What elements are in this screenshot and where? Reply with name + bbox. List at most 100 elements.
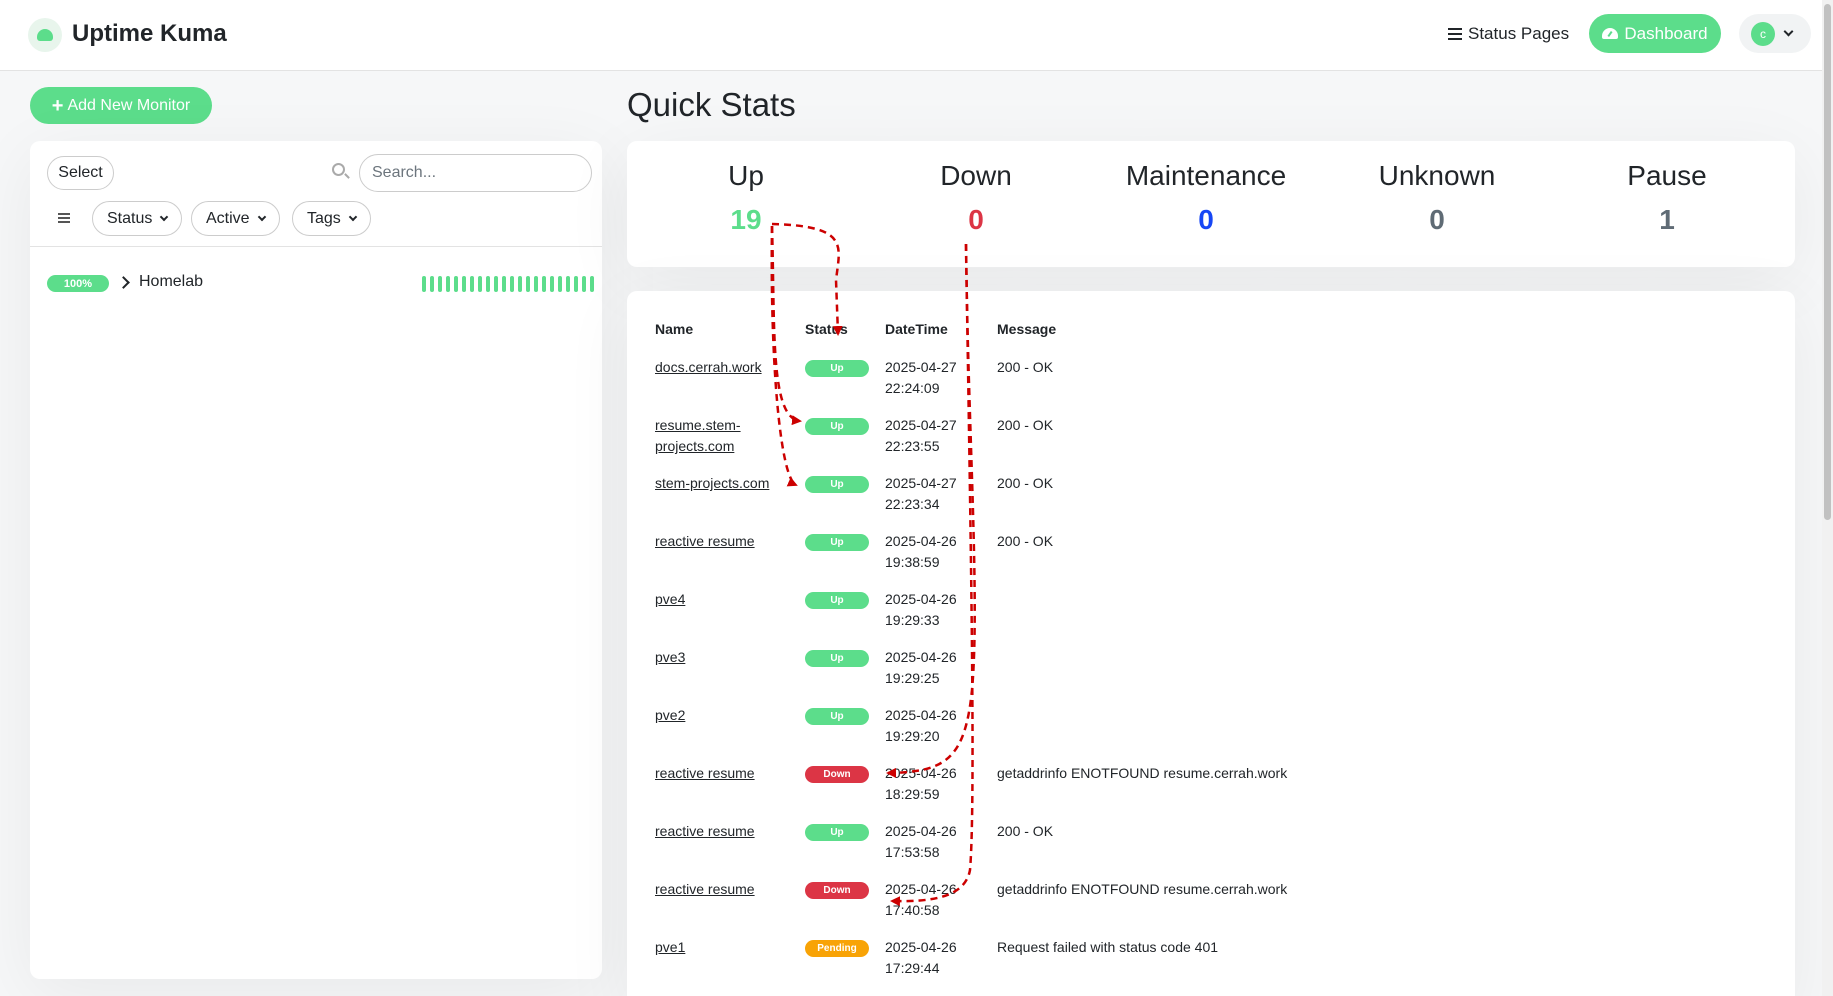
event-message: 200 - OK — [997, 475, 1054, 491]
monitor-name-link[interactable]: pve1 — [655, 937, 780, 958]
monitor-group-homelab[interactable]: 100% Homelab — [47, 272, 594, 296]
table-row: reactive resume Up 2025-04-26 17:53:58 200 -… — [627, 821, 1795, 879]
group-name: Homelab — [139, 273, 204, 290]
brand-title[interactable]: Uptime Kuma — [72, 20, 227, 48]
add-new-monitor-button[interactable]: + Add New Monitor — [30, 87, 212, 124]
column-header-status: Status — [805, 321, 848, 337]
event-time: 17:29:44 — [885, 960, 940, 976]
event-message: getaddrinfo ENOTFOUND resume.cerrah.work — [997, 881, 1288, 897]
uptime-kuma-logo-icon[interactable] — [28, 18, 62, 52]
table-row: pve2 Up 2025-04-26 19:29:20 — [627, 705, 1795, 763]
stat-value: 19 — [730, 204, 762, 235]
monitor-name-link[interactable]: reactive resume — [655, 821, 780, 842]
table-row: stem-projects.com Up 2025-04-27 22:23:34 200… — [627, 473, 1795, 531]
event-date: 2025-04-26 — [885, 533, 957, 549]
status-badge: Down — [805, 882, 869, 899]
event-time: 19:29:25 — [885, 670, 940, 686]
active-filter-label: Active — [206, 209, 250, 227]
select-button[interactable]: Select — [47, 156, 114, 190]
scrollbar-thumb[interactable] — [1824, 4, 1831, 520]
event-time: 17:53:58 — [885, 844, 940, 860]
monitor-name-link[interactable]: pve4 — [655, 589, 780, 610]
monitor-name-link[interactable]: reactive resume — [655, 879, 780, 900]
status-badge: Up — [805, 708, 869, 725]
event-time: 18:29:59 — [885, 786, 940, 802]
column-header-name: Name — [655, 321, 694, 337]
monitor-name-link[interactable]: resume.stem-projects.com — [655, 415, 780, 457]
top-navbar: Uptime Kuma Status Pages Dashboard c — [0, 0, 1833, 71]
heartbeat-tick — [566, 276, 570, 292]
plus-icon: + — [51, 94, 64, 117]
tags-filter-button[interactable]: Tags — [292, 201, 371, 236]
event-time: 19:29:33 — [885, 612, 940, 628]
monitor-name-link[interactable]: stem-projects.com — [655, 473, 780, 494]
heartbeat-tick — [582, 276, 586, 292]
heartbeat-tick — [518, 276, 522, 292]
event-date: 2025-04-26 — [885, 823, 957, 839]
monitor-name-link[interactable]: pve3 — [655, 647, 780, 668]
dashboard-button[interactable]: Dashboard — [1589, 14, 1721, 53]
event-date: 2025-04-26 — [885, 765, 957, 781]
event-datetime: 2025-04-26 18:29:59 — [885, 763, 975, 805]
status-badge: Up — [805, 418, 869, 435]
event-time: 22:23:34 — [885, 496, 940, 512]
page-scrollbar[interactable] — [1822, 0, 1833, 996]
event-message: getaddrinfo ENOTFOUND resume.cerrah.work — [997, 765, 1288, 781]
event-datetime: 2025-04-27 22:23:55 — [885, 415, 975, 457]
active-filter-button[interactable]: Active — [191, 201, 280, 236]
stat-label: Pause — [1627, 160, 1707, 191]
filter-menu-icon[interactable] — [58, 213, 70, 223]
table-row: docs.cerrah.work Up 2025-04-27 22:24:09 200 … — [627, 357, 1795, 415]
heartbeat-tick — [534, 276, 538, 292]
heartbeat-tick — [542, 276, 546, 292]
dashboard-label: Dashboard — [1624, 23, 1708, 43]
avatar: c — [1751, 21, 1775, 46]
tags-filter-label: Tags — [307, 209, 341, 227]
heartbeat-tick — [478, 276, 482, 292]
profile-dropdown[interactable]: c — [1739, 14, 1811, 53]
event-date: 2025-04-26 — [885, 881, 957, 897]
chevron-down-icon — [160, 212, 169, 221]
heartbeat-tick — [462, 276, 466, 292]
heartbeat-tick — [510, 276, 514, 292]
heartbeat-tick — [470, 276, 474, 292]
search-icon — [332, 163, 345, 176]
monitor-name-link[interactable]: docs.cerrah.work — [655, 357, 780, 378]
divider — [30, 246, 602, 247]
heartbeat-bar — [422, 276, 594, 292]
status-filter-button[interactable]: Status — [92, 201, 183, 236]
table-row: pve3 Up 2025-04-26 19:29:25 — [627, 647, 1795, 705]
stat-value: 0 — [1429, 204, 1445, 235]
column-header-message: Message — [997, 321, 1057, 337]
event-message: 200 - OK — [997, 533, 1054, 549]
event-datetime: 2025-04-26 17:40:58 — [885, 879, 975, 921]
heartbeat-tick — [422, 276, 426, 292]
event-date: 2025-04-26 — [885, 939, 957, 955]
event-datetime: 2025-04-27 22:24:09 — [885, 357, 975, 399]
status-badge: Down — [805, 766, 869, 783]
monitor-name-link[interactable]: pve2 — [655, 705, 780, 726]
event-datetime: 2025-04-26 17:29:44 — [885, 937, 975, 979]
event-date: 2025-04-27 — [885, 417, 957, 433]
quick-stats-title: Quick Stats — [627, 86, 796, 123]
status-pages-link[interactable]: Status Pages — [1448, 24, 1569, 44]
monitor-name-link[interactable]: reactive resume — [655, 763, 780, 784]
stat-label: Down — [940, 160, 1012, 191]
chevron-right-icon[interactable] — [117, 276, 130, 289]
event-time: 22:23:55 — [885, 438, 940, 454]
stat-up: Up 19 — [631, 160, 861, 236]
table-row: reactive resume Down 2025-04-26 18:29:59 get… — [627, 763, 1795, 821]
event-time: 22:24:09 — [885, 380, 940, 396]
heartbeat-tick — [590, 276, 594, 292]
column-header-datetime: DateTime — [885, 321, 948, 337]
heartbeat-tick — [502, 276, 506, 292]
status-badge: Up — [805, 592, 869, 609]
search-input[interactable] — [359, 154, 592, 192]
heartbeat-tick — [526, 276, 530, 292]
monitor-name-link[interactable]: reactive resume — [655, 531, 780, 552]
stat-unknown: Unknown 0 — [1322, 160, 1552, 236]
stat-value: 0 — [1198, 204, 1214, 235]
status-filter-label: Status — [107, 209, 153, 227]
status-badge: Up — [805, 476, 869, 493]
quick-stats-card: Up 19 Down 0 Maintenance 0 Unknown 0 Pau… — [627, 141, 1795, 267]
